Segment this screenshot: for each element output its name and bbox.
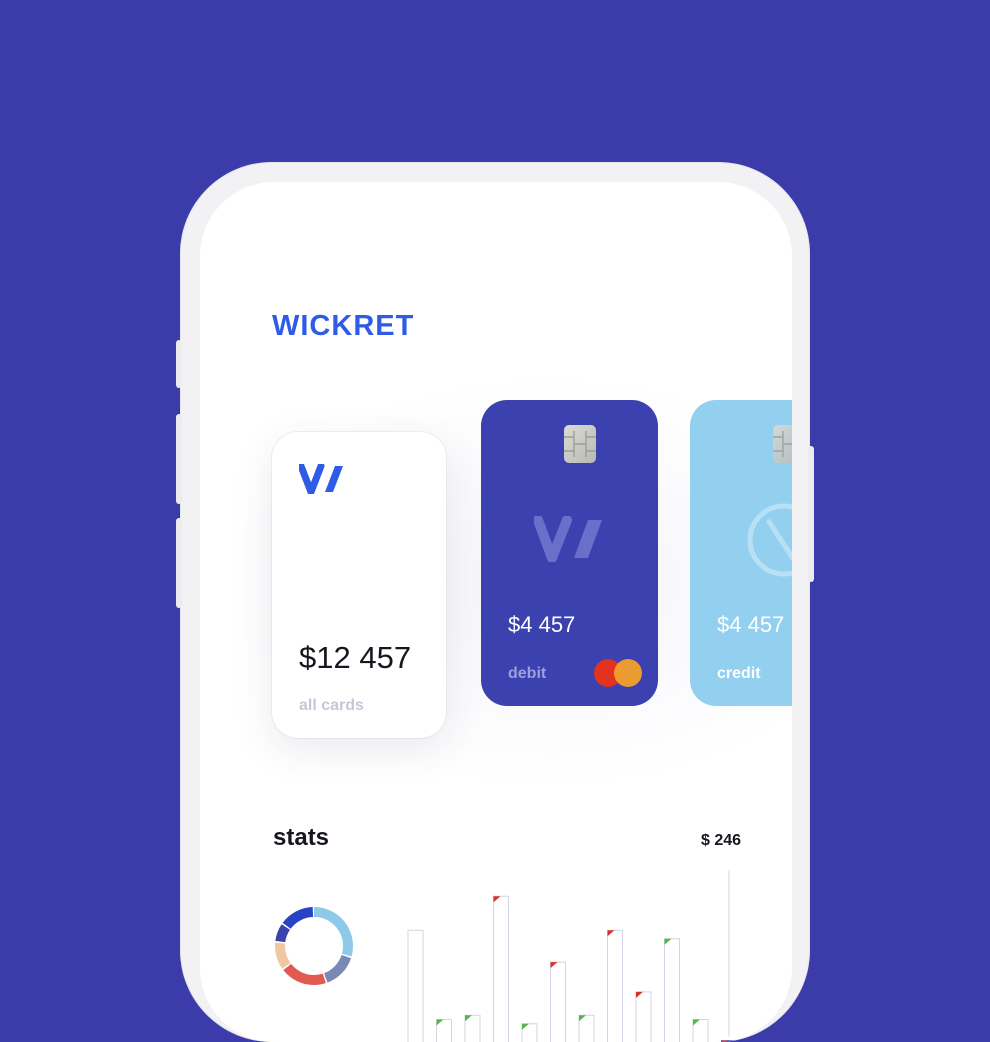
all-cards-label: all cards	[299, 697, 364, 715]
debit-card[interactable]: $4 457 debit	[481, 400, 658, 706]
stats-title: stats	[273, 824, 329, 852]
bar[interactable]	[494, 896, 509, 1042]
chip-icon	[564, 425, 596, 463]
phone-power-button	[808, 446, 814, 582]
all-cards-card[interactable]: $12 457 all cards	[272, 432, 446, 738]
credit-card[interactable]: $4 457 credit	[690, 400, 792, 706]
w-logo-icon	[299, 464, 347, 494]
phone-volume-up-button	[176, 414, 182, 504]
phone-side-button	[176, 340, 182, 388]
bar[interactable]	[408, 930, 423, 1042]
chip-icon	[773, 425, 792, 463]
app-screen: WICKRET $12 457 all cards $4 457 debit	[200, 182, 792, 1042]
w-watermark-icon	[534, 516, 608, 562]
bar[interactable]	[608, 930, 623, 1042]
stats-bar-chart	[400, 862, 750, 1042]
stats-donut-chart	[272, 904, 356, 988]
phone-volume-down-button	[176, 518, 182, 608]
debit-amount: $4 457	[508, 612, 575, 638]
credit-label: credit	[717, 665, 761, 683]
mastercard-icon	[594, 659, 642, 689]
bar[interactable]	[551, 962, 566, 1042]
all-cards-amount: $12 457	[299, 640, 411, 676]
stats-total: $ 246	[701, 832, 741, 850]
bar[interactable]	[665, 939, 680, 1042]
app-logo: WICKRET	[272, 310, 414, 343]
bar[interactable]	[636, 992, 651, 1042]
credit-network-watermark-icon	[742, 500, 792, 580]
credit-amount: $4 457	[717, 612, 784, 638]
debit-label: debit	[508, 665, 546, 683]
